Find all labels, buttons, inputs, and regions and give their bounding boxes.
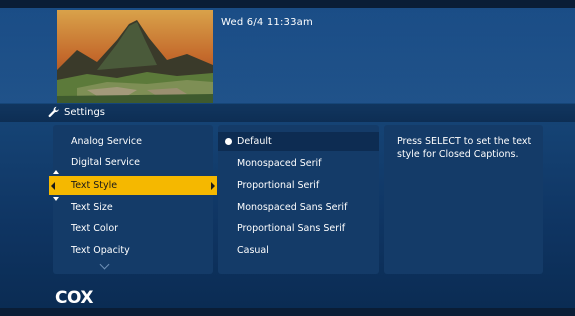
option-label: Monospaced Serif [237,158,322,169]
menu-item-label: Analog Service [71,136,142,147]
help-text: Press SELECT to set the text style for C… [397,136,532,160]
cox-logo: COX [55,288,93,308]
menu-item-label: Text Color [71,223,119,234]
chevron-up-icon [53,170,59,174]
chevron-left-icon [51,182,55,190]
option-monospaced-serif[interactable]: Monospaced Serif [218,154,379,173]
menu-item-text-size[interactable]: Text Size [53,198,213,217]
option-label: Casual [237,245,269,256]
option-default[interactable]: Default [218,132,379,151]
settings-menu: Analog Service Digital Service Text Styl… [49,125,217,274]
text-style-options: Default Monospaced Serif Proportional Se… [218,125,379,274]
menu-item-label: Text Size [71,202,113,213]
section-title: Settings [64,106,106,118]
option-label: Proportional Sans Serif [237,223,346,234]
chevron-right-icon [211,182,215,190]
option-monospaced-sans-serif[interactable]: Monospaced Sans Serif [218,198,379,217]
menu-item-text-color[interactable]: Text Color [53,219,213,238]
help-panel: Press SELECT to set the text style for C… [384,125,543,274]
menu-item-digital-service[interactable]: Digital Service [53,153,213,172]
option-label: Monospaced Sans Serif [237,202,348,213]
machu-picchu-image [57,10,213,103]
radio-selected-icon [225,138,232,145]
clock: Wed 6/4 11:33am [221,17,313,28]
option-proportional-sans-serif[interactable]: Proportional Sans Serif [218,219,379,238]
wrench-icon [48,106,60,118]
letterbox-bottom [0,308,575,316]
tv-screen: Wed 6/4 11:33am Settings Analog Service … [0,0,575,316]
settings-header: Settings [48,106,105,118]
option-casual[interactable]: Casual [218,241,379,260]
option-label: Proportional Serif [237,180,320,191]
menu-item-label: Text Style [71,180,118,191]
menu-item-text-style[interactable]: Text Style [49,170,217,201]
scroll-down-chevron-icon[interactable] [99,259,110,270]
option-label: Default [237,136,272,147]
menu-item-label: Digital Service [71,157,140,168]
menu-item-label: Text Opacity [71,245,130,256]
letterbox-top [0,0,575,8]
menu-item-text-opacity[interactable]: Text Opacity [53,241,213,260]
menu-item-analog-service[interactable]: Analog Service [53,132,213,151]
option-proportional-serif[interactable]: Proportional Serif [218,176,379,195]
